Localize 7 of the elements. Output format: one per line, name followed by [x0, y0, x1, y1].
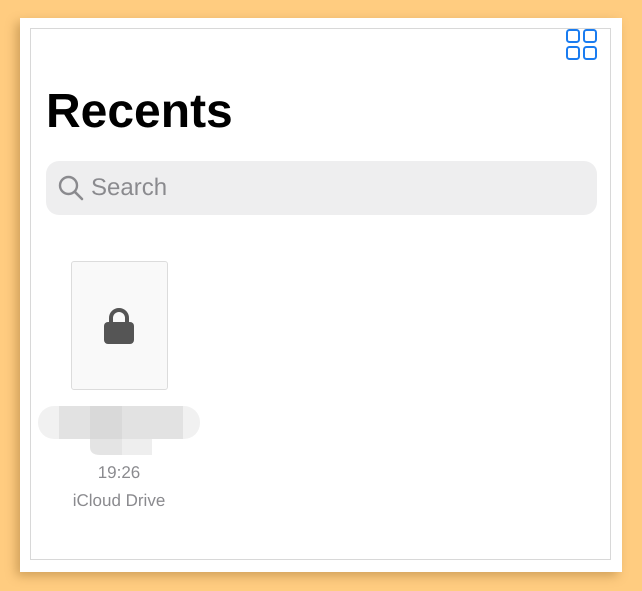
file-thumbnail[interactable] [70, 261, 168, 390]
file-time: 19:26 [98, 462, 140, 484]
search-field[interactable]: Search [46, 161, 597, 215]
lock-icon [104, 308, 134, 344]
file-location: iCloud Drive [72, 490, 166, 512]
grid-view-icon[interactable] [566, 29, 597, 60]
page-title: Recents [46, 84, 234, 140]
